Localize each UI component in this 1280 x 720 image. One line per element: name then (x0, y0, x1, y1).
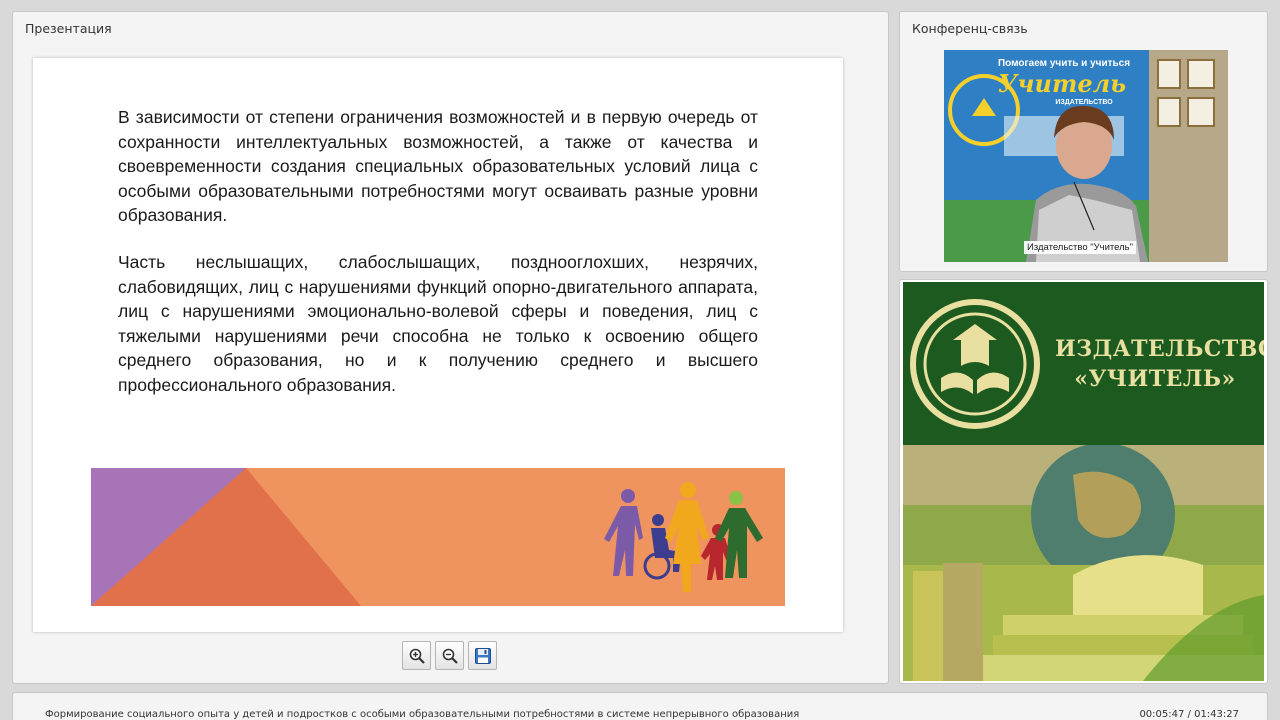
zoom-out-icon (442, 648, 458, 664)
zoom-out-button[interactable] (435, 641, 464, 670)
inclusion-people-illustration (91, 468, 785, 606)
poster-brand: Учитель (998, 69, 1126, 98)
video-frame-image: Помогаем учить и учиться Учитель ИЗДАТЕЛ… (944, 50, 1228, 262)
slide-paragraph-2: Часть неслышащих, слабослышащих, поздноо… (118, 252, 758, 395)
video-participant-label: Издательство "Учитель" (1024, 241, 1137, 254)
zoom-in-button[interactable] (402, 641, 431, 670)
publisher-name: ИЗДАТЕЛЬСТВО «УЧИТЕЛЬ» (1055, 334, 1264, 394)
publisher-name-line2: «УЧИТЕЛЬ» (1074, 366, 1236, 392)
conference-video[interactable]: Помогаем учить и учиться Учитель ИЗДАТЕЛ… (944, 50, 1228, 262)
presentation-panel-title: Презентация (25, 21, 112, 36)
presentation-toolbar (402, 641, 497, 671)
slide-paragraph-1: В зависимости от степени ограничения воз… (118, 107, 758, 225)
save-button[interactable] (468, 641, 497, 670)
course-title: Формирование социального опыта у детей и… (45, 709, 800, 720)
poster-subtitle: ИЗДАТЕЛЬСТВО (1055, 99, 1113, 106)
books-globe-image (903, 445, 1264, 681)
slide-banner-image (91, 468, 785, 606)
conference-panel: Конференц-связь Помогаем учить и учиться… (899, 11, 1268, 272)
publisher-name-line1: ИЗДАТЕЛЬСТВО (1055, 336, 1264, 362)
playback-time: 00:05:47 / 01:43:27 (1139, 709, 1239, 720)
publisher-banner: ИЗДАТЕЛЬСТВО «УЧИТЕЛЬ» (903, 282, 1264, 681)
footer-bar: Формирование социального опыта у детей и… (12, 692, 1268, 720)
conference-panel-title: Конференц-связь (912, 21, 1028, 36)
poster-slogan: Помогаем учить и учиться (998, 58, 1130, 69)
publisher-logo-area: ИЗДАТЕЛЬСТВО «УЧИТЕЛЬ» (903, 282, 1264, 445)
zoom-in-icon (409, 648, 425, 664)
floppy-disk-icon (474, 647, 491, 664)
publisher-emblem-icon (910, 299, 1040, 429)
publisher-panel: ИЗДАТЕЛЬСТВО «УЧИТЕЛЬ» (899, 279, 1268, 684)
presentation-slide: В зависимости от степени ограничения воз… (33, 58, 843, 632)
presentation-panel: Презентация В зависимости от степени огр… (12, 11, 889, 684)
